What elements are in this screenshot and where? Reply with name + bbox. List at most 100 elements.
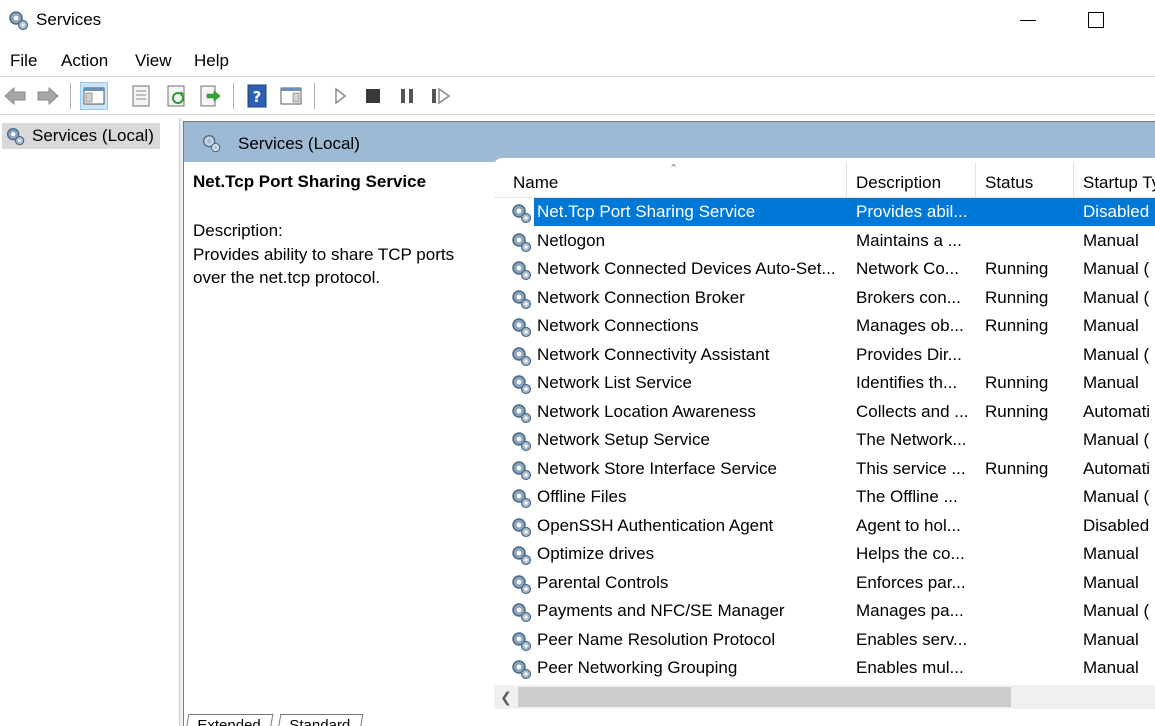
window-title: Services [36, 10, 102, 29]
column-header-status[interactable]: Status [976, 162, 1074, 198]
table-row[interactable]: Offline Files The Offline ... Manual ( [494, 483, 1155, 511]
gear-icon [512, 232, 532, 252]
divider [0, 76, 1155, 77]
services-pane: Services (Local) Net.Tcp Port Sharing Se… [183, 121, 1155, 726]
table-row[interactable]: Network Setup Service The Network... Manua… [494, 426, 1155, 454]
service-startup-type: Manual ( [1083, 430, 1150, 449]
pause-service-button[interactable] [393, 82, 421, 110]
table-row[interactable]: Optimize drives Helps the co... Manual [494, 540, 1155, 568]
description-label: Description: [193, 221, 283, 240]
scrollbar-thumb[interactable] [518, 687, 1011, 707]
show-hide-action-pane-button[interactable] [277, 82, 305, 110]
service-status: Running [985, 287, 1049, 307]
view-tabs: Extended Standard [183, 712, 583, 726]
gear-icon [512, 403, 532, 423]
table-row[interactable]: Parental Controls Enforces par... Manual [494, 569, 1155, 597]
service-name: Netlogon [537, 230, 606, 250]
table-row[interactable]: OpenSSH Authentication Agent Agent to hol… [494, 512, 1155, 540]
gear-icon [512, 631, 532, 651]
horizontal-scrollbar[interactable]: ❮ [494, 685, 1155, 709]
forward-button[interactable] [34, 82, 62, 110]
service-name: OpenSSH Authentication Agent [537, 515, 774, 535]
table-row[interactable]: Network Connectivity Assistant Provides D… [494, 341, 1155, 369]
gear-icon [9, 11, 29, 31]
table-row[interactable]: Network Connected Devices Auto-Set... Net… [494, 255, 1155, 283]
gear-icon [512, 517, 532, 537]
service-name: Parental Controls [537, 572, 669, 592]
refresh-button[interactable] [163, 82, 191, 110]
menu-view[interactable]: View [135, 51, 172, 71]
service-status: Running [985, 401, 1049, 421]
maximize-button[interactable] [1072, 0, 1120, 40]
gear-icon [512, 432, 532, 452]
gear-icon [512, 574, 532, 594]
table-row[interactable]: Network List Service Identifies th... Runn… [494, 369, 1155, 397]
show-hide-action-pane-icon [280, 87, 302, 105]
minimize-button[interactable] [1002, 0, 1050, 40]
table-row[interactable]: Network Connection Broker Brokers con... R… [494, 284, 1155, 312]
service-description: Provides abil... [856, 202, 968, 221]
gear-icon [512, 546, 532, 566]
stop-icon [366, 89, 380, 103]
service-name: Network Connected Devices Auto-Set... [537, 259, 836, 278]
show-hide-console-tree-button[interactable] [80, 82, 108, 110]
service-description: Agent to hol... [856, 515, 961, 535]
pane-title: Services (Local) [238, 134, 360, 153]
service-description: Manages ob... [856, 316, 964, 335]
service-name: Optimize drives [537, 544, 655, 563]
help-icon: ? [247, 84, 267, 108]
column-header-description[interactable]: Description [847, 162, 976, 198]
service-status: Running [985, 316, 1049, 335]
service-startup-type: Manual ( [1083, 259, 1150, 278]
scroll-left-icon[interactable]: ❮ [496, 685, 516, 709]
table-row[interactable]: Peer Name Resolution Protocol Enables ser… [494, 626, 1155, 654]
service-name: Network Connectivity Assistant [537, 344, 770, 364]
back-button[interactable] [1, 82, 29, 110]
restart-service-button[interactable] [427, 82, 455, 110]
refresh-icon [167, 85, 185, 107]
pane-header: Services (Local) [184, 122, 1155, 162]
menu-bar: File Action View Help [0, 44, 1155, 76]
table-row[interactable]: Net.Tcp Port Sharing Service Provides abi… [494, 198, 1155, 226]
table-row[interactable]: Network Store Interface Service This serv… [494, 455, 1155, 483]
service-name: Peer Name Resolution Protocol [537, 629, 776, 649]
service-startup-type: Manual [1083, 658, 1139, 677]
service-startup-type: Manual ( [1083, 487, 1150, 506]
tab-extended[interactable]: Extended [185, 714, 274, 726]
menu-action[interactable]: Action [61, 51, 108, 71]
divider [0, 114, 1155, 115]
toolbar: ? [0, 78, 1155, 114]
column-header-startup-type[interactable]: Startup Ty [1074, 162, 1155, 198]
table-row[interactable]: Netlogon Maintains a ... Manual [494, 227, 1155, 255]
properties-icon [132, 85, 150, 107]
export-list-icon [200, 85, 221, 107]
column-header-row: ⌃ Name Description Status Startup Ty [494, 162, 1155, 198]
table-row[interactable]: Peer Networking Grouping Enables mul... Ma… [494, 654, 1155, 682]
column-header-name[interactable]: Name [504, 162, 847, 198]
tree-item-label: Services (Local) [32, 126, 154, 145]
menu-file[interactable]: File [10, 51, 37, 71]
service-name: Offline Files [537, 487, 627, 506]
service-description: Helps the co... [856, 544, 965, 563]
service-description: Provides Dir... [856, 344, 962, 364]
properties-button[interactable] [127, 82, 155, 110]
export-list-button[interactable] [196, 82, 224, 110]
table-row[interactable]: Payments and NFC/SE Manager Manages pa...… [494, 597, 1155, 625]
menu-help[interactable]: Help [194, 51, 229, 71]
table-row[interactable]: Network Location Awareness Collects and .… [494, 398, 1155, 426]
tree-item-services-local[interactable]: Services (Local) [2, 123, 160, 149]
stop-service-button[interactable] [359, 82, 387, 110]
service-name: Network Location Awareness [537, 401, 756, 421]
show-hide-console-tree-icon [83, 87, 105, 105]
gear-icon [512, 318, 532, 338]
service-description: Collects and ... [856, 401, 969, 421]
service-name: Network Store Interface Service [537, 458, 777, 478]
toolbar-separator [314, 83, 315, 109]
start-service-button[interactable] [326, 82, 354, 110]
table-row[interactable]: Network Connections Manages ob... Running M… [494, 312, 1155, 340]
tab-standard[interactable]: Standard [277, 714, 364, 726]
help-button[interactable]: ? [243, 82, 271, 110]
service-status: Running [985, 373, 1049, 392]
service-startup-type: Manual ( [1083, 344, 1150, 364]
toolbar-separator [70, 83, 71, 109]
